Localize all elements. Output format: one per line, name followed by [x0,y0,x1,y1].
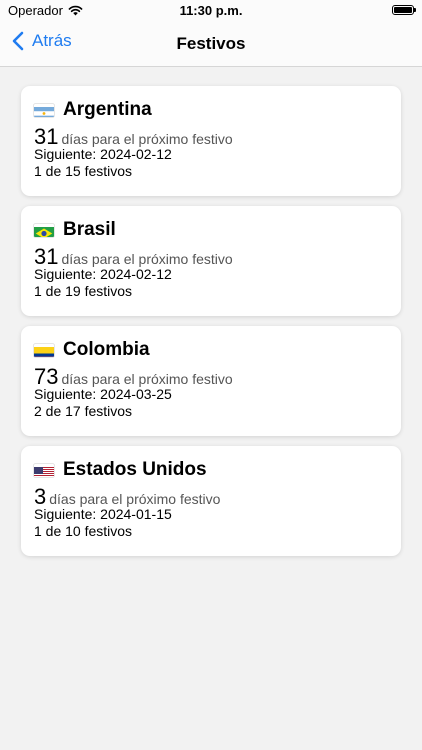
country-name: Estados Unidos [63,459,207,480]
usa-flag-icon [34,464,54,477]
status-bar: Operador 11:30 p.m. [0,0,422,22]
country-title: Estados Unidos [34,458,388,482]
navigation-bar: Atrás Festivos [0,22,422,67]
brazil-flag-icon [34,224,54,237]
next-holiday: Siguiente: 2024-01-15 [34,506,172,522]
country-card-estados-unidos[interactable]: Estados Unidos 3 días para el próximo fe… [21,446,401,556]
holiday-count: 1 de 19 festivos [34,283,133,299]
days-row: 31 días para el próximo festivo [34,244,388,269]
days-caption: días para el próximo festivo [61,371,233,387]
page-title: Festivos [176,34,246,53]
holiday-count: 1 de 15 festivos [34,163,133,179]
days-caption: días para el próximo festivo [49,491,221,507]
days-row: 3 días para el próximo festivo [34,484,388,509]
colombia-flag-icon [34,344,54,357]
holiday-count: 2 de 17 festivos [34,403,133,419]
country-card-brasil[interactable]: Brasil 31 días para el próximo festivo S… [21,206,401,316]
days-caption: días para el próximo festivo [61,251,233,267]
days-caption: días para el próximo festivo [61,131,233,147]
country-name: Brasil [63,219,116,240]
holiday-country-list: Argentina 31 días para el próximo festiv… [21,86,401,566]
country-card-argentina[interactable]: Argentina 31 días para el próximo festiv… [21,86,401,196]
battery-icon [392,5,416,15]
next-holiday: Siguiente: 2024-03-25 [34,386,172,402]
country-card-colombia[interactable]: Colombia 73 días para el próximo festivo… [21,326,401,436]
country-title: Colombia [34,338,388,362]
next-holiday: Siguiente: 2024-02-12 [34,146,172,162]
argentina-flag-icon [34,104,54,117]
holiday-count: 1 de 10 festivos [34,523,133,539]
days-row: 73 días para el próximo festivo [34,364,388,389]
country-title: Argentina [34,98,388,122]
days-row: 31 días para el próximo festivo [34,124,388,149]
status-time: 11:30 p.m. [179,3,243,18]
country-title: Brasil [34,218,388,242]
country-name: Colombia [63,339,150,360]
country-name: Argentina [63,99,152,120]
next-holiday: Siguiente: 2024-02-12 [34,266,172,282]
